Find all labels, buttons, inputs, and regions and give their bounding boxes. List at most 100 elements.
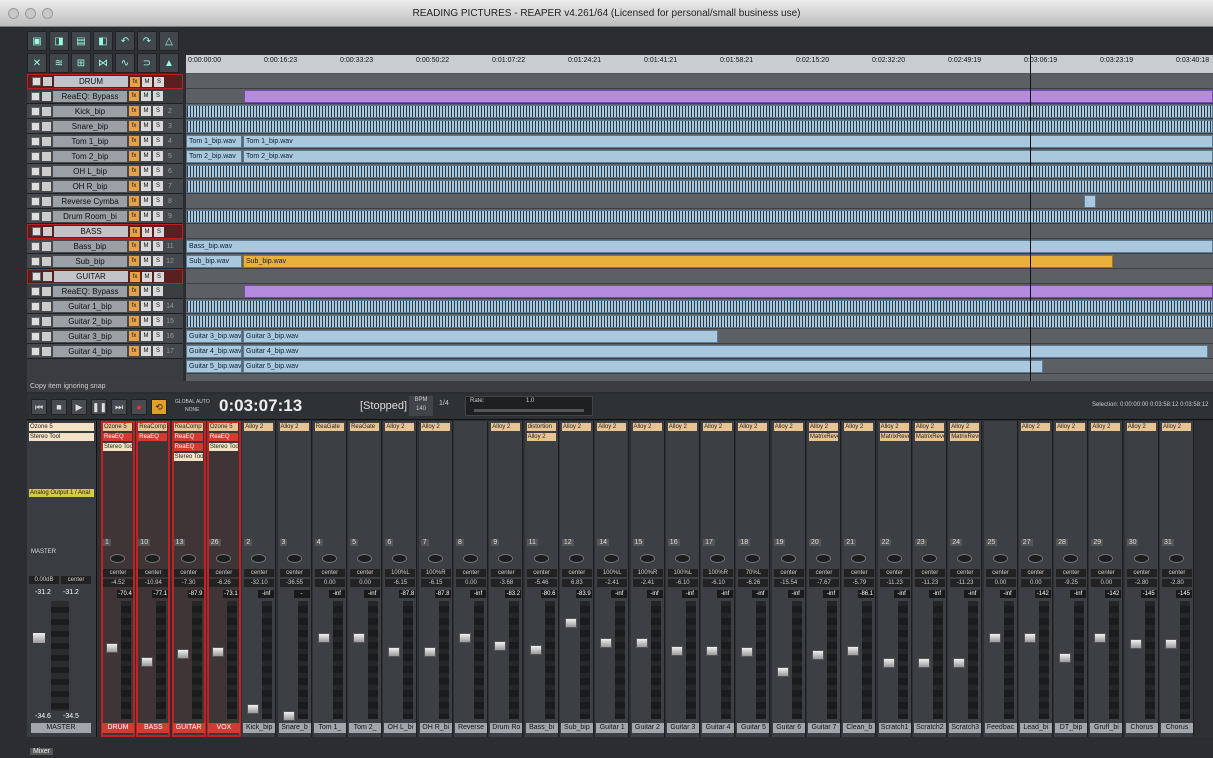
fx-slot[interactable]: ReaComp — [138, 423, 168, 431]
go-to-end-icon[interactable]: ⏭ — [111, 399, 127, 415]
solo-button[interactable]: S — [153, 286, 163, 296]
media-item[interactable]: Sub_bip.wav — [243, 255, 1113, 268]
collapse-icon[interactable] — [42, 136, 51, 146]
stop-icon[interactable]: ■ — [51, 399, 67, 415]
fx-slot[interactable]: Alloy 2 — [597, 423, 627, 431]
fx-slot[interactable]: Alloy 2 — [950, 423, 980, 431]
volume-value[interactable]: -5.79 — [844, 579, 875, 587]
fx-slot[interactable]: Alloy 2 — [809, 423, 838, 431]
fx-slot[interactable]: ReaEQ — [103, 433, 132, 441]
record-arm-icon[interactable] — [31, 211, 40, 221]
pan-value[interactable]: center — [773, 569, 804, 577]
strip-name[interactable]: Guitar 6 — [772, 723, 805, 733]
time-display[interactable]: 0:03:07:13 — [219, 396, 302, 416]
fx-slot[interactable]: ReaGate — [314, 423, 344, 431]
collapse-icon[interactable] — [43, 227, 52, 236]
solo-button[interactable]: S — [153, 256, 163, 266]
fx-slot[interactable]: Alloy 2 — [773, 423, 803, 431]
strip-name[interactable]: Bass_bi — [525, 723, 558, 733]
strip-name[interactable]: Scratch3 — [949, 723, 982, 733]
volume-fader[interactable] — [106, 642, 118, 653]
track-header[interactable]: Guitar 3_bip fx M S 16 — [27, 329, 183, 344]
pan-value[interactable]: center — [1162, 569, 1192, 577]
pan-value[interactable]: center — [1126, 569, 1157, 577]
go-to-start-icon[interactable]: ⏮ — [31, 399, 47, 415]
track-header[interactable]: Tom 1_bip fx M S 4 — [27, 134, 183, 149]
mute-button[interactable]: M — [141, 301, 151, 311]
volume-value[interactable]: 0.00 — [985, 579, 1016, 587]
volume-fader[interactable] — [247, 703, 260, 714]
pan-knob[interactable] — [1169, 554, 1184, 563]
pan-value[interactable]: center — [561, 569, 592, 577]
strip-name[interactable]: OH R_bi — [419, 723, 452, 733]
fx-slot[interactable]: Alloy 2 — [1126, 423, 1156, 431]
pan-knob[interactable] — [533, 554, 549, 563]
pan-value[interactable]: center — [1091, 569, 1122, 577]
pan-value[interactable]: center — [879, 569, 910, 577]
pan-knob[interactable] — [110, 554, 125, 563]
fx-slot[interactable]: Alloy 2 — [1020, 423, 1050, 431]
fx-button[interactable]: fx — [129, 196, 139, 206]
pan-knob[interactable] — [357, 554, 373, 563]
pause-icon[interactable]: ❚❚ — [91, 399, 107, 415]
solo-button[interactable]: S — [153, 241, 163, 251]
timeline-ruler[interactable]: 0:00:00:00 0:00:16:23 0:00:33:23 0:00:50:22… — [186, 55, 1213, 74]
mute-button[interactable]: M — [141, 196, 151, 206]
master-name[interactable]: MASTER — [31, 723, 91, 733]
strip-name[interactable]: Lead_bi — [1019, 723, 1052, 733]
record-arm-icon[interactable] — [31, 166, 40, 176]
volume-value[interactable]: 0.00 — [314, 579, 345, 587]
volume-fader[interactable] — [1094, 633, 1107, 643]
pan-knob[interactable] — [957, 554, 973, 563]
record-icon[interactable]: ● — [131, 399, 147, 415]
volume-value[interactable]: -2.80 — [1162, 579, 1192, 587]
fx-button[interactable]: fx — [129, 256, 139, 266]
volume-fader[interactable] — [600, 638, 613, 649]
solo-button[interactable]: S — [153, 316, 163, 326]
track-name[interactable]: OH L_bip — [53, 165, 127, 177]
volume-value[interactable]: -10.94 — [138, 579, 169, 587]
collapse-icon[interactable] — [43, 77, 52, 86]
record-arm-icon[interactable] — [31, 286, 40, 296]
fx-slot[interactable]: MatrixReve — [950, 433, 980, 441]
fx-slot[interactable]: Alloy 2 — [738, 423, 768, 431]
record-arm-icon[interactable] — [31, 106, 40, 116]
track-header[interactable]: OH R_bip fx M S 7 — [27, 179, 183, 194]
fx-button[interactable]: fx — [129, 121, 139, 131]
rate-slider[interactable] — [474, 409, 584, 412]
volume-fader[interactable] — [282, 711, 295, 721]
collapse-icon[interactable] — [42, 196, 51, 206]
fx-slot[interactable]: Stereo Tool — [103, 443, 132, 451]
record-arm-icon[interactable] — [31, 241, 40, 251]
pan-knob[interactable] — [498, 554, 514, 563]
fx-slot[interactable]: Alloy 2 — [914, 423, 944, 431]
volume-value[interactable]: -32.10 — [244, 579, 275, 587]
fx-slot[interactable]: Alloy 2 — [879, 423, 909, 431]
volume-fader[interactable] — [564, 617, 577, 628]
media-item[interactable] — [186, 165, 1213, 178]
track-name[interactable]: Reverse Cymba — [53, 195, 127, 207]
fx-button[interactable]: fx — [129, 91, 139, 101]
repeat-icon[interactable]: ⟲ — [151, 399, 167, 415]
fx-slot[interactable]: Alloy 2 — [844, 423, 874, 431]
fx-button[interactable]: fx — [130, 271, 140, 282]
volume-value[interactable]: -6.15 — [385, 579, 416, 587]
track-header[interactable]: Sub_bip fx M S 12 — [27, 254, 183, 269]
record-arm-icon[interactable] — [31, 346, 40, 356]
track-name[interactable]: Kick_bip — [53, 105, 127, 117]
volume-fader[interactable] — [741, 646, 754, 657]
volume-fader[interactable] — [1165, 639, 1177, 650]
master-pan[interactable]: center — [61, 576, 91, 584]
collapse-icon[interactable] — [42, 331, 51, 341]
pan-knob[interactable] — [851, 554, 867, 563]
strip-name[interactable]: Guitar 4 — [702, 723, 735, 733]
pan-knob[interactable] — [1098, 554, 1114, 563]
fx-slot[interactable]: Ozone 5 — [103, 423, 132, 431]
strip-name[interactable]: BASS — [137, 723, 170, 733]
fx-button[interactable]: fx — [129, 151, 139, 161]
volume-fader[interactable] — [812, 649, 824, 660]
record-arm-icon[interactable] — [31, 181, 40, 191]
track-name[interactable]: Guitar 2_bip — [53, 315, 127, 327]
strip-name[interactable]: Sub_bip — [560, 723, 593, 733]
auto-crossfade-icon[interactable]: ⋈ — [93, 53, 113, 73]
